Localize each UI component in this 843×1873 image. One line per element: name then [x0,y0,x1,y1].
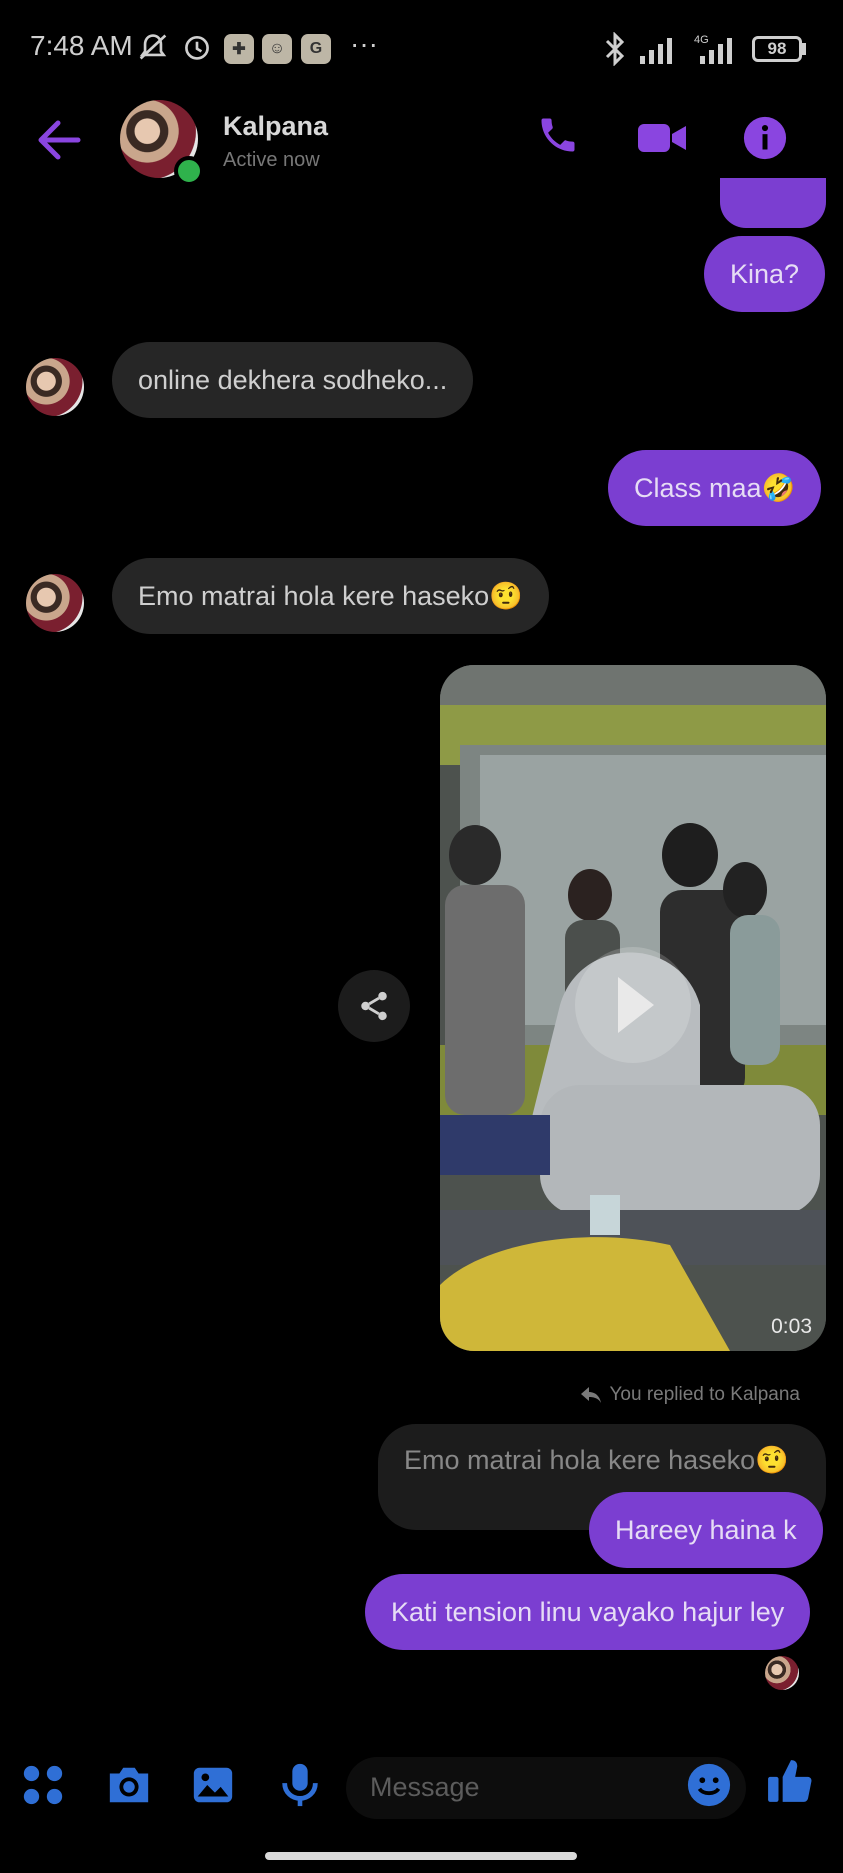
home-indicator[interactable] [265,1852,577,1860]
message-text: Kina? [730,258,800,289]
sender-avatar[interactable] [26,574,84,632]
video-thumbnail [440,665,826,1351]
back-arrow-icon[interactable] [36,118,82,162]
signal-icon-2 [700,38,732,64]
message-input-placeholder: Message [370,1772,480,1802]
message-bubble-incoming[interactable]: Emo matrai hola kere haseko🤨 [112,558,549,634]
online-status-dot [174,156,204,186]
emoji-icon[interactable] [686,1762,732,1808]
info-icon[interactable] [742,115,788,161]
notification-app-icon: G [301,34,331,64]
video-call-icon[interactable] [636,118,688,158]
sender-avatar[interactable] [26,358,84,416]
reply-note-text: You replied to Kalpana [609,1384,800,1405]
reply-icon [581,1386,602,1403]
video-duration: 0:03 [771,1315,812,1338]
battery-indicator: 98 [752,36,802,62]
message-bubble-outgoing[interactable]: Kina? [704,236,826,312]
like-thumbs-up-icon[interactable] [766,1756,816,1806]
message-text: Class maa🤣 [634,473,796,503]
quoted-text: Emo matrai hola kere haseko🤨 [404,1445,789,1475]
message-bubble-incoming[interactable]: online dekhera sodheko... [112,342,474,418]
reply-indicator: You replied to Kalpana [579,1384,800,1406]
message-text: Hareey haina k [615,1514,797,1545]
message-bubble-partial[interactable] [720,178,826,228]
menu-dots-icon[interactable] [20,1762,66,1808]
more-notifications-icon: ··· [350,28,378,59]
gallery-icon[interactable] [190,1762,236,1808]
contact-name[interactable]: Kalpana [223,111,328,142]
message-bubble-outgoing[interactable]: Class maa🤣 [608,450,822,526]
message-bubble-outgoing[interactable]: Hareey haina k [589,1492,823,1568]
status-time: 7:48 AM [30,30,133,61]
message-bubble-outgoing[interactable]: Kati tension linu vayako hajur ley [365,1574,811,1650]
battery-tip [802,43,806,55]
alarm-icon [185,35,209,60]
share-button[interactable] [338,970,410,1042]
seen-receipt-avatar [765,1656,799,1690]
video-message[interactable]: 0:03 [440,665,826,1351]
message-text: Kati tension linu vayako hajur ley [391,1596,785,1627]
share-icon [361,991,387,1021]
notification-app-icon: ☺ [262,34,292,64]
microphone-icon[interactable] [280,1762,320,1808]
phone-call-icon[interactable] [536,112,580,158]
message-text: online dekhera sodheko... [138,364,448,395]
muted-bell-icon [139,34,167,60]
camera-icon[interactable] [104,1762,154,1808]
signal-icon [640,38,672,64]
notification-app-icon: ✚ [224,34,254,64]
bluetooth-icon [605,32,625,66]
message-text: Emo matrai hola kere haseko🤨 [138,581,523,611]
contact-status: Active now [223,149,320,171]
